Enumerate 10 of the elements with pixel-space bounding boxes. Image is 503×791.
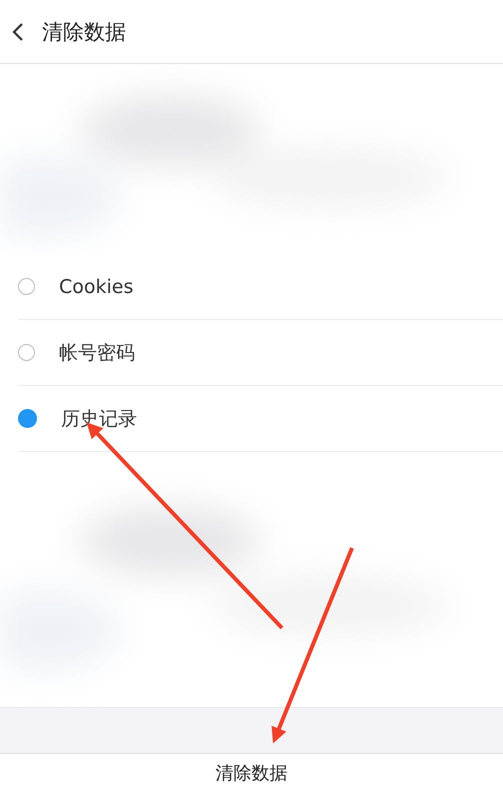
option-row[interactable]: 帐号密码 xyxy=(18,320,503,386)
radio-button[interactable] xyxy=(18,278,35,295)
option-label: Cookies xyxy=(59,276,134,298)
clear-data-button[interactable]: 清除数据 xyxy=(0,753,503,791)
back-icon[interactable] xyxy=(12,22,24,42)
radio-button[interactable] xyxy=(18,409,37,428)
option-label: 帐号密码 xyxy=(59,340,135,366)
radio-button[interactable] xyxy=(18,344,35,361)
page-title: 清除数据 xyxy=(42,18,126,46)
option-row[interactable]: Cookies xyxy=(18,254,503,320)
